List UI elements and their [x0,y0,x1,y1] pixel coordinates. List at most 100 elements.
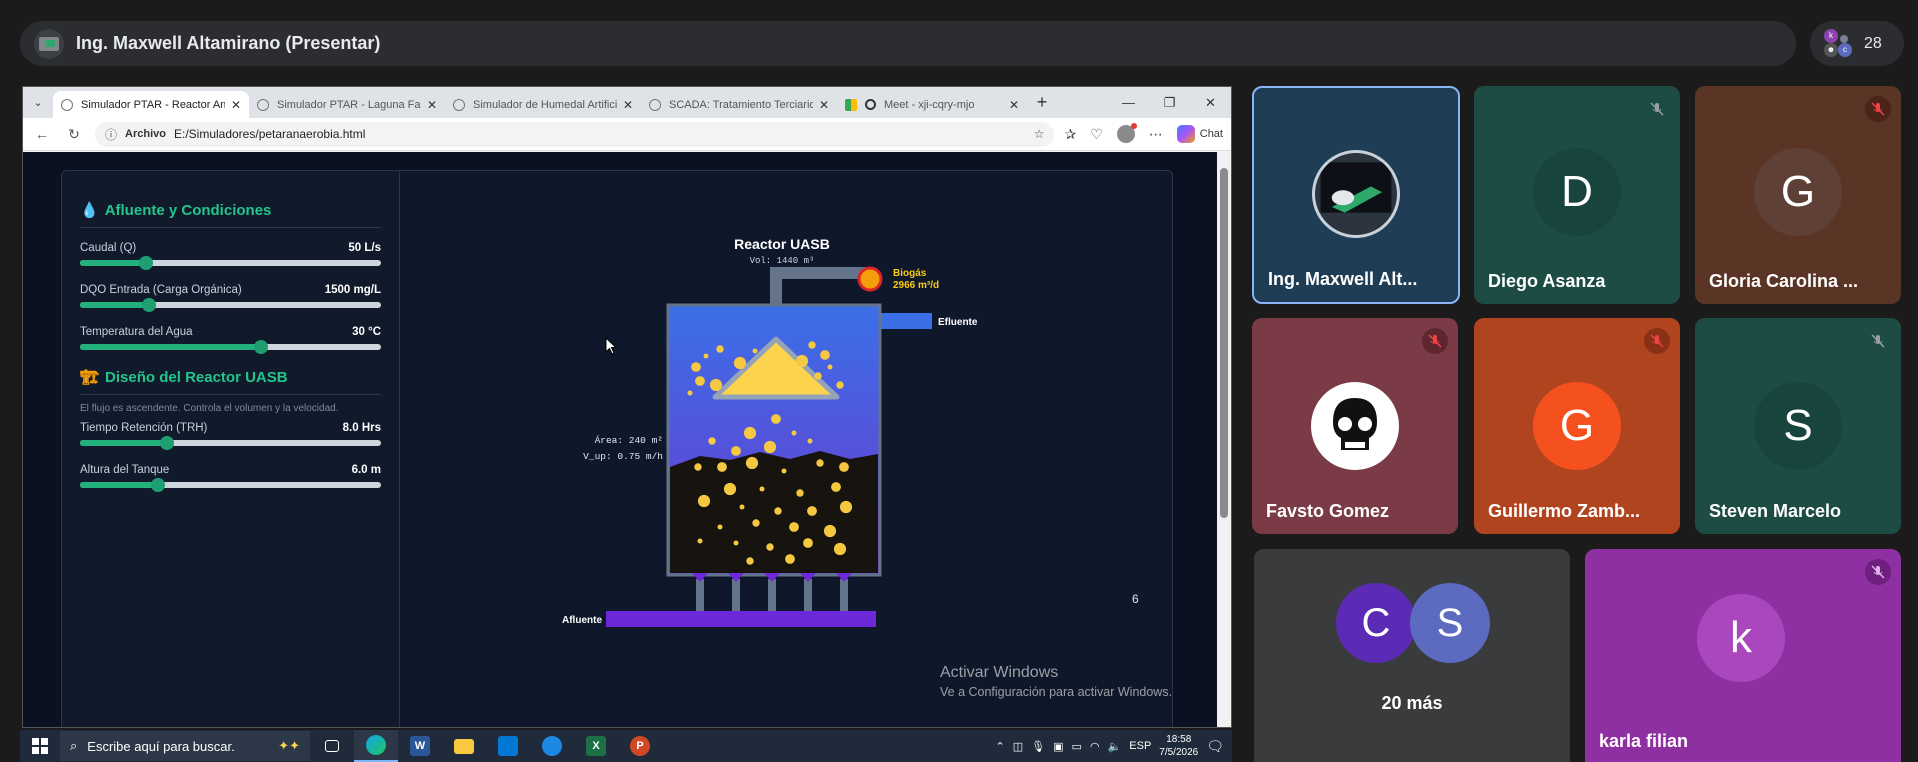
slider-track[interactable] [80,298,381,312]
tab-laguna-facultativa[interactable]: Simulador PTAR - Laguna Facultativa ✕ [249,91,445,118]
tab-search-icon[interactable]: ⌄ [23,87,53,118]
minimize-icon[interactable]: — [1108,87,1149,118]
globe-icon [61,98,73,111]
windows-logo-icon [32,738,48,754]
slider-row: DQO Entrada (Carga Orgánica) 1500 mg/L [80,284,381,312]
restore-icon[interactable]: ❐ [1149,87,1190,118]
taskbar-search[interactable]: ⌕ Escribe aquí para buscar. ✦✦ [60,731,310,761]
excel-app-icon[interactable]: X [574,730,618,762]
slider-track[interactable] [80,256,381,270]
show-hidden-icons-icon[interactable]: ⌃ [996,740,1005,753]
outlook-app-icon[interactable] [530,730,574,762]
muted-mic-icon [1644,328,1670,354]
people-avatars: k ☻ c [1824,28,1854,59]
muted-mic-icon [1422,328,1448,354]
slider-thumb[interactable] [151,478,166,492]
camera-icon[interactable]: ◫ [1013,740,1023,753]
slider-thumb[interactable] [253,340,268,354]
favorites-icon[interactable]: ✰ [1064,126,1076,143]
bubble [746,557,754,565]
page-scrollbar[interactable] [1217,152,1231,727]
participant-tile-favsto[interactable]: Favsto Gomez [1252,318,1458,534]
language-indicator[interactable]: ESP [1129,740,1151,752]
close-tab-icon[interactable]: ✕ [231,98,241,112]
slider-fill [80,344,261,350]
bubble [759,486,765,492]
slider-track[interactable] [80,478,381,492]
back-icon[interactable]: ← [31,126,53,142]
tab-meet[interactable]: Meet - xji-cqry-mjo ✕ [837,91,1027,118]
powerpoint-app-icon[interactable]: P [618,730,662,762]
participant-tile-gloria[interactable]: G Gloria Carolina ... [1695,86,1901,304]
participant-tile-diego[interactable]: D Diego Asanza [1474,86,1680,304]
address-bar[interactable]: ⓘ Archivo E:/Simuladores/petaranaerobia.… [95,121,1055,147]
info-icon: ⓘ [105,127,118,142]
notifications-icon[interactable]: 🗨 [1206,738,1224,755]
store-app-icon[interactable] [486,730,530,762]
slider-value: 6.0 m [351,464,381,476]
wifi-icon[interactable]: ◠ [1090,740,1100,753]
slider-label: Temperatura del Agua [80,326,193,338]
reactor-volume: Vol: 1440 m³ [750,256,815,266]
slider-track[interactable] [80,436,381,450]
copilot-chat-button[interactable]: Chat [1176,125,1223,143]
participant-count: 28 [1864,34,1882,52]
participant-tile-karla[interactable]: k karla filian [1585,549,1901,762]
influent-pipe [606,611,876,627]
participant-tile-guillermo[interactable]: G Guillermo Zamb... [1474,318,1680,534]
profile-icon[interactable] [1116,123,1137,143]
bubble [708,437,716,445]
muted-mic-icon [1644,96,1670,122]
task-view-icon[interactable] [310,730,354,762]
bubble [766,543,774,551]
close-tab-icon[interactable]: ✕ [1009,98,1019,112]
tab-humedal-artificial[interactable]: Simulador de Humedal Artificial ✕ [445,91,641,118]
edge-app-icon[interactable] [354,730,398,762]
favorite-star-icon[interactable]: ☆ [1034,127,1045,141]
bubble [723,482,737,496]
reload-icon[interactable]: ↻ [63,126,85,143]
tab-reactor-anaerobio[interactable]: Simulador PTAR - Reactor Anaerobio ✕ [53,91,249,118]
new-tab-button[interactable]: + [1027,92,1057,113]
bubble [771,414,781,424]
close-window-icon[interactable]: ✕ [1190,87,1231,118]
microphone-icon[interactable]: 🎙 [1031,740,1045,753]
close-tab-icon[interactable]: ✕ [819,98,829,112]
bubble [808,341,816,349]
system-tray: ⌃ ◫ 🎙 ▣ ▭ ◠ 🔈 ESP 18:58 7/5/2026 🗨 [996,730,1224,762]
close-tab-icon[interactable]: ✕ [427,98,437,112]
slider-row: Altura del Tanque 6.0 m [80,464,381,492]
slider-thumb[interactable] [139,256,154,270]
start-button[interactable] [20,738,60,754]
efluente-label: Efluente [938,317,978,328]
slider-thumb[interactable] [142,298,157,312]
bubble [697,494,711,508]
bubble [807,438,813,444]
window-controls: — ❐ ✕ [1108,87,1231,118]
scrollbar-thumb[interactable] [1220,168,1228,518]
people-button[interactable]: k ☻ c 28 [1810,21,1904,66]
slider-track[interactable] [80,340,381,354]
volume-icon[interactable]: 🔈 [1108,740,1122,753]
bubble [839,462,849,472]
slider-row: Caudal (Q) 50 L/s [80,242,381,270]
more-menu-icon[interactable]: ⋯ [1149,126,1163,143]
close-tab-icon[interactable]: ✕ [623,98,633,112]
bubble [697,538,703,544]
participant-tile-maxwell[interactable]: Ing. Maxwell Alt... [1252,86,1460,304]
word-app-icon[interactable]: W [398,730,442,762]
tab-scada[interactable]: SCADA: Tratamiento Terciario (A ✕ [641,91,837,118]
muted-mic-icon [1865,328,1891,354]
section-diseno-title: 🏗 Diseño del Reactor UASB [80,368,381,395]
battery-icon[interactable]: ▭ [1072,740,1082,753]
slider-thumb[interactable] [160,436,175,450]
screen-share-icon[interactable]: ▣ [1053,740,1063,753]
biogas-flame-icon [857,266,883,292]
clock[interactable]: 18:58 7/5/2026 [1159,733,1198,759]
participant-tile-steven[interactable]: S Steven Marcelo [1695,318,1901,534]
reactor-title: Reactor UASB [734,236,830,252]
more-participants-tile[interactable]: C S 20 más [1254,549,1570,762]
file-explorer-icon[interactable] [442,730,486,762]
slider-row: Temperatura del Agua 30 °C [80,326,381,354]
browser-essentials-icon[interactable]: ♡ [1090,126,1103,143]
